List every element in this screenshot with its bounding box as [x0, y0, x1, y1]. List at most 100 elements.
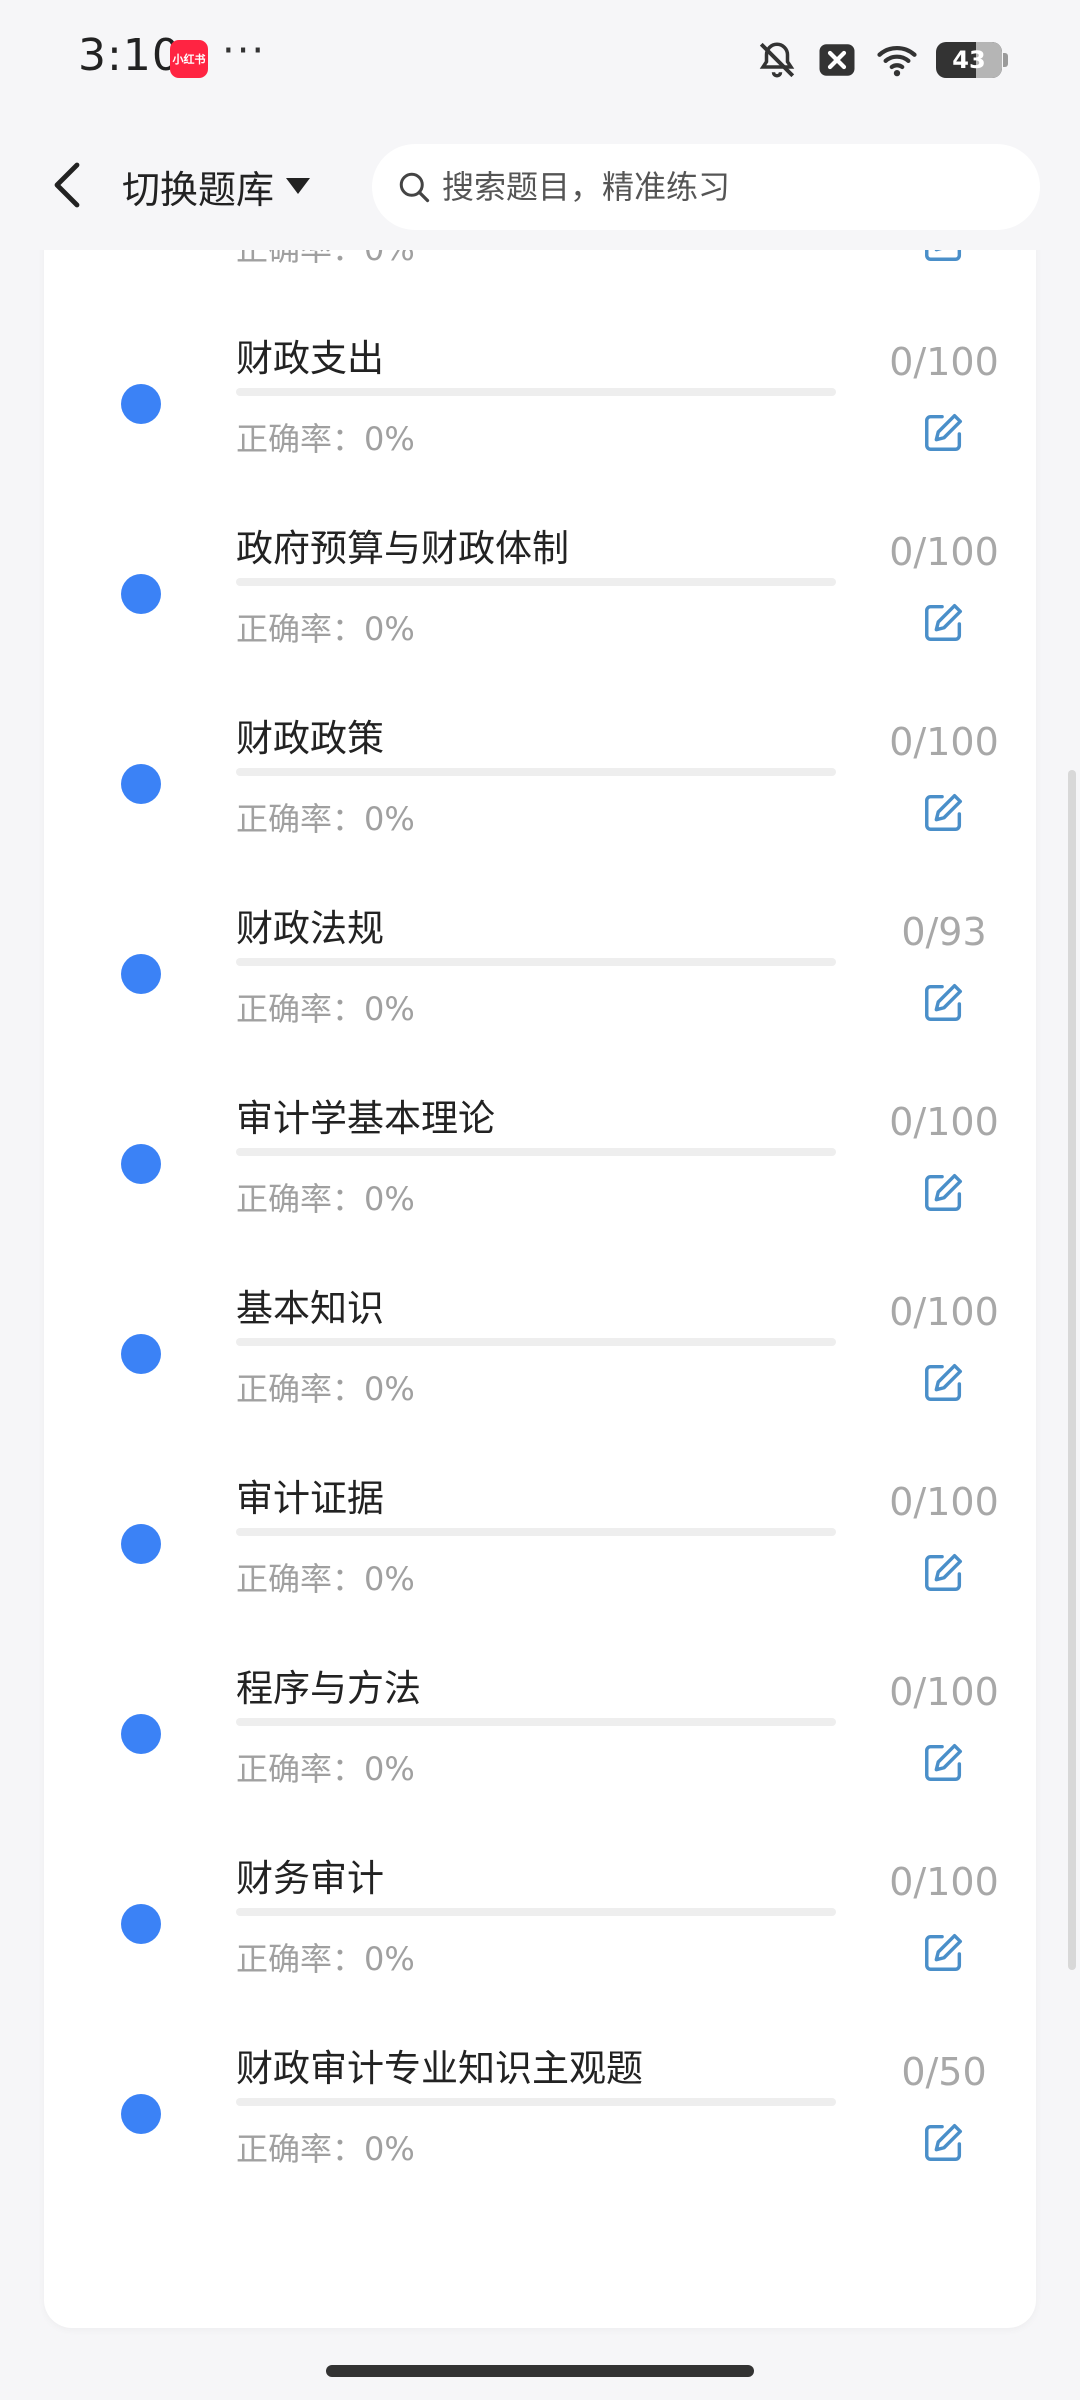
progress-bar [236, 578, 836, 586]
accuracy-text: 正确率：0% [236, 1364, 415, 1410]
accuracy-value: 0% [364, 1180, 415, 1218]
search-box[interactable] [372, 144, 1040, 230]
accuracy-label: 正确率： [236, 990, 365, 1028]
battery-level: 43 [952, 46, 986, 74]
edit-icon [925, 413, 963, 451]
edit-icon [925, 1933, 963, 1971]
scrollbar[interactable] [1068, 770, 1076, 1970]
header: 切换题库 [0, 120, 1080, 250]
question-count: 0/93 [901, 910, 987, 954]
chapter-title: 政府预算与财政体制 [236, 527, 569, 570]
accuracy-label: 正确率： [236, 1370, 365, 1408]
edit-icon [925, 983, 963, 1021]
back-button[interactable] [36, 150, 96, 220]
accuracy-value: 0% [364, 2130, 415, 2168]
accuracy-label: 正确率： [236, 1750, 365, 1788]
switch-question-bank-button[interactable]: 切换题库 [122, 156, 312, 216]
accuracy-label: 正确率： [236, 2130, 365, 2168]
app-notification-icon: 小红书 [170, 40, 208, 78]
status-time: 3:10 [78, 30, 181, 81]
practice-button[interactable] [912, 2110, 976, 2174]
no-signal-icon [819, 44, 855, 76]
battery-icon: 43 [936, 42, 1008, 78]
edit-icon [925, 1173, 963, 1211]
progress-bar [236, 1148, 836, 1156]
question-count: 0/100 [889, 1290, 999, 1334]
accuracy-text: 正确率：0% [236, 414, 415, 460]
practice-button[interactable] [912, 1160, 976, 1224]
progress-bar [236, 388, 836, 396]
practice-button[interactable] [912, 1730, 976, 1794]
accuracy-label: 正确率： [236, 800, 365, 838]
question-count: 0/50 [901, 2050, 987, 2094]
switch-question-bank-label: 切换题库 [122, 167, 275, 212]
practice-button[interactable] [912, 1540, 976, 1604]
chapter-title: 财政法规 [236, 907, 384, 950]
accuracy-label: 正确率： [236, 1560, 365, 1598]
practice-button[interactable] [912, 970, 976, 1034]
caret-down-icon [286, 178, 311, 194]
status-dot [121, 1524, 161, 1564]
question-count: 0/100 [889, 530, 999, 574]
accuracy-label: 正确率： [236, 610, 365, 648]
accuracy-text: 正确率：0% [236, 794, 415, 840]
progress-bar [236, 1338, 836, 1346]
question-count: 0/100 [889, 1860, 999, 1904]
status-bar: 3:10 小红书 ··· 43 [0, 0, 1080, 120]
practice-button[interactable] [912, 1350, 976, 1414]
accuracy-text: 正确率：0% [236, 1934, 415, 1980]
chapter-title: 财务审计 [236, 1857, 384, 1900]
edit-icon [925, 793, 963, 831]
status-dot [121, 1714, 161, 1754]
accuracy-text: 正确率：0% [236, 984, 415, 1030]
chapter-title: 财政政策 [236, 717, 384, 760]
status-dot [121, 1144, 161, 1184]
list-item[interactable]: 审计学基本理论正确率：0% 0/100 [44, 1050, 1036, 1240]
practice-button[interactable] [912, 400, 976, 464]
accuracy-label: 正确率： [236, 420, 365, 458]
status-dot [121, 1904, 161, 1944]
progress-bar [236, 2098, 836, 2106]
progress-bar [236, 958, 836, 966]
home-indicator[interactable] [326, 2365, 754, 2377]
question-count: 0/100 [889, 340, 999, 384]
accuracy-text: 正确率：0% [236, 2124, 415, 2170]
edit-icon [925, 1743, 963, 1781]
status-dot [121, 954, 161, 994]
question-count: 0/100 [889, 1480, 999, 1524]
list-item[interactable]: 财政审计专业知识主观题 正确率：0% 0/50 [44, 2000, 1036, 2190]
progress-bar [236, 1718, 836, 1726]
chapter-title: 财政审计专业知识主观题 [236, 2047, 643, 2090]
accuracy-label: 正确率： [236, 1940, 365, 1978]
list-item[interactable]: 财政支出 正确率：0% 0/100 [44, 290, 1036, 480]
chapter-title: 基本知识 [236, 1287, 384, 1330]
edit-icon [925, 1363, 963, 1401]
progress-bar [236, 1528, 836, 1536]
accuracy-value: 0% [364, 800, 415, 838]
edit-icon [925, 2123, 963, 2161]
list-item[interactable]: 财务审计正确率：0% 0/100 [44, 1810, 1036, 2000]
list-item[interactable]: 审计证据 正确率：0% 0/100 [44, 1430, 1036, 1620]
accuracy-value: 0% [364, 420, 415, 458]
status-dot [121, 574, 161, 614]
practice-button[interactable] [912, 780, 976, 844]
practice-button[interactable] [912, 1920, 976, 1984]
list-item[interactable]: 财政政策 正确率：0% 0/100 [44, 670, 1036, 860]
chapter-title: 程序与方法 [236, 1667, 421, 1710]
list-item[interactable]: 政府预算与财政体制 正确率：0% 0/100 [44, 480, 1036, 670]
list-item[interactable]: 程序与方法 正确率：0% 0/100 [44, 1620, 1036, 1810]
list-item[interactable]: 财政法规正确率：0% 0/93 [44, 860, 1036, 1050]
status-dot [121, 384, 161, 424]
more-notifications-icon: ··· [222, 28, 267, 74]
accuracy-value: 0% [364, 990, 415, 1028]
chapter-title: 审计学基本理论 [236, 1097, 495, 1140]
search-input[interactable] [442, 168, 1002, 206]
practice-button[interactable] [912, 590, 976, 654]
accuracy-text: 正确率：0% [236, 1554, 415, 1600]
list-item[interactable]: 基本知识正确率：0% 0/100 [44, 1240, 1036, 1430]
question-count: 0/100 [889, 1100, 999, 1144]
edit-icon [925, 1553, 963, 1591]
status-dot [121, 1334, 161, 1374]
accuracy-label: 正确率： [236, 1180, 365, 1218]
edit-icon [925, 603, 963, 641]
